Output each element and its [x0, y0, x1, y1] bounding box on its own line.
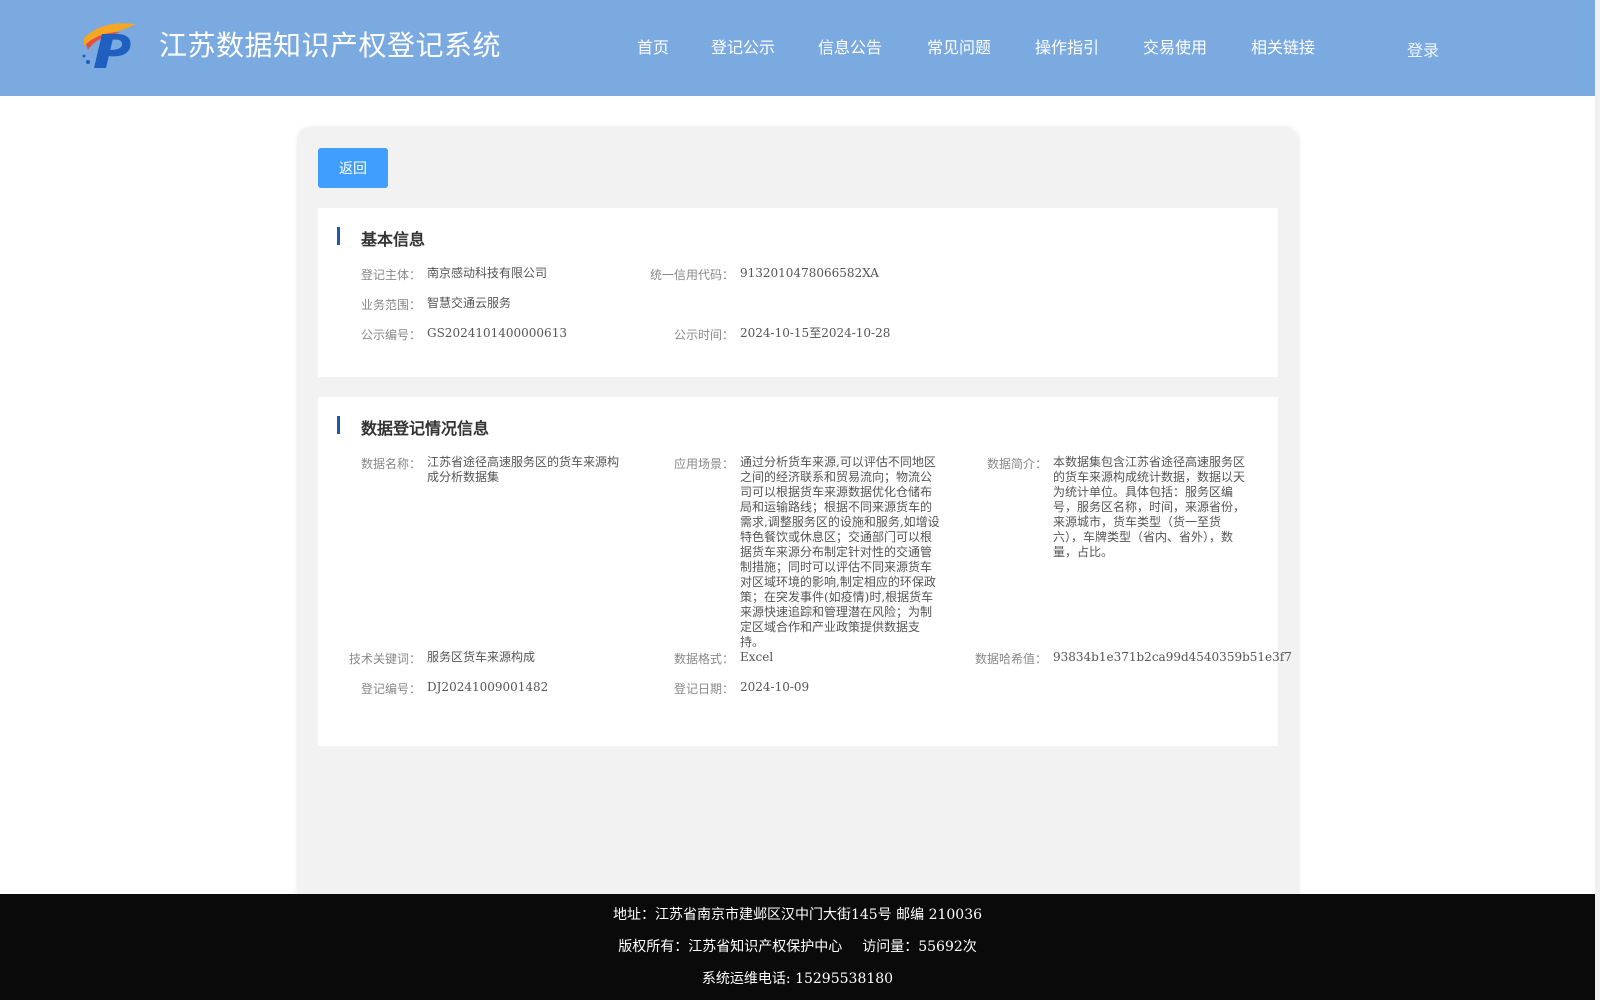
nav-related-links[interactable]: 相关链接 [1251, 34, 1315, 58]
footer-visits: 访问量：55692次 [862, 939, 977, 955]
reg-date-label: 登记日期： [673, 682, 734, 696]
credit-code-value: 9132010478066582XA [740, 266, 879, 280]
reg-no-value: DJ20241009001482 [427, 680, 549, 694]
back-button[interactable]: 返回 [318, 148, 388, 188]
scope-value: 智慧交通云服务 [427, 296, 512, 310]
hash-label: 数据哈希值： [974, 652, 1047, 666]
pub-time-label: 公示时间： [673, 328, 734, 342]
nav-home[interactable]: 首页 [637, 34, 669, 58]
registration-info-card: 数据登记情况信息 数据名称： 江苏省途径高速服务区的货车来源构成分析数据集 应用… [318, 397, 1292, 746]
intro-label: 数据简介： [986, 457, 1047, 471]
pub-no-value: GS2024101400000613 [427, 326, 567, 340]
footer-copyright-line: 版权所有：江苏省知识产权保护中心 访问量：55692次 [0, 936, 1595, 956]
footer-address: 地址：江苏省南京市建邺区汉中门大街145号 邮编 210036 [612, 907, 983, 923]
reg-no-label: 登记编号： [360, 682, 421, 696]
scenario-value: 通过分析货车来源,可以评估不同地区之间的经济联系和贸易流向；物流公司可以根据货车… [740, 455, 940, 649]
scenario-label: 应用场景： [673, 457, 734, 471]
footer-copyright: 版权所有：江苏省知识产权保护中心 [618, 939, 843, 955]
nav-info-announcement[interactable]: 信息公告 [818, 34, 882, 58]
section-marker [337, 227, 340, 245]
nav-registration-notice[interactable]: 登记公示 [711, 34, 775, 58]
hash-value: 93834b1e371b2ca99d4540359b51e3f7 [1053, 650, 1292, 664]
page-footer: 地址：江苏省南京市建邺区汉中门大街145号 邮编 210036 版权所有：江苏省… [0, 894, 1595, 1000]
scope-label: 业务范围： [360, 298, 421, 312]
format-label: 数据格式： [673, 652, 734, 666]
credit-code-label: 统一信用代码： [649, 268, 734, 282]
format-value: Excel [740, 650, 774, 664]
pub-time-value: 2024-10-15至2024-10-28 [740, 326, 891, 340]
nav-faq[interactable]: 常见问题 [927, 34, 991, 58]
section-marker [337, 416, 340, 434]
data-name-label: 数据名称： [360, 457, 421, 471]
entity-value: 南京感动科技有限公司 [427, 266, 548, 280]
intro-value: 本数据集包含江苏省途径高速服务区的货车来源构成统计数据，数据以天为统计单位。具体… [1053, 455, 1246, 559]
page-scrollbar[interactable] [1595, 0, 1600, 1000]
entity-label: 登记主体： [360, 268, 421, 282]
data-name-value: 江苏省途径高速服务区的货车来源构成分析数据集 [427, 455, 620, 484]
footer-phone: 系统运维电话: 15295538180 [701, 971, 894, 987]
nav-guide[interactable]: 操作指引 [1035, 34, 1099, 58]
reg-date-value: 2024-10-09 [740, 680, 810, 694]
login-link[interactable]: 登录 [1407, 37, 1439, 61]
nav-trade-use[interactable]: 交易使用 [1143, 34, 1207, 58]
registration-info-title: 数据登记情况信息 [361, 419, 490, 438]
top-header: 江苏数据知识产权登记系统 首页 登记公示 信息公告 常见问题 操作指引 交易使用… [0, 0, 1595, 96]
site-logo-icon [82, 23, 136, 68]
site-title: 江苏数据知识产权登记系统 [159, 29, 502, 62]
basic-info-title: 基本信息 [361, 230, 426, 249]
basic-info-card: 基本信息 登记主体： 南京感动科技有限公司 统一信用代码： 9132010478… [318, 208, 1278, 377]
keywords-value: 服务区货车来源构成 [427, 650, 536, 664]
keywords-label: 技术关键词： [348, 652, 421, 666]
pub-no-label: 公示编号： [360, 328, 421, 342]
